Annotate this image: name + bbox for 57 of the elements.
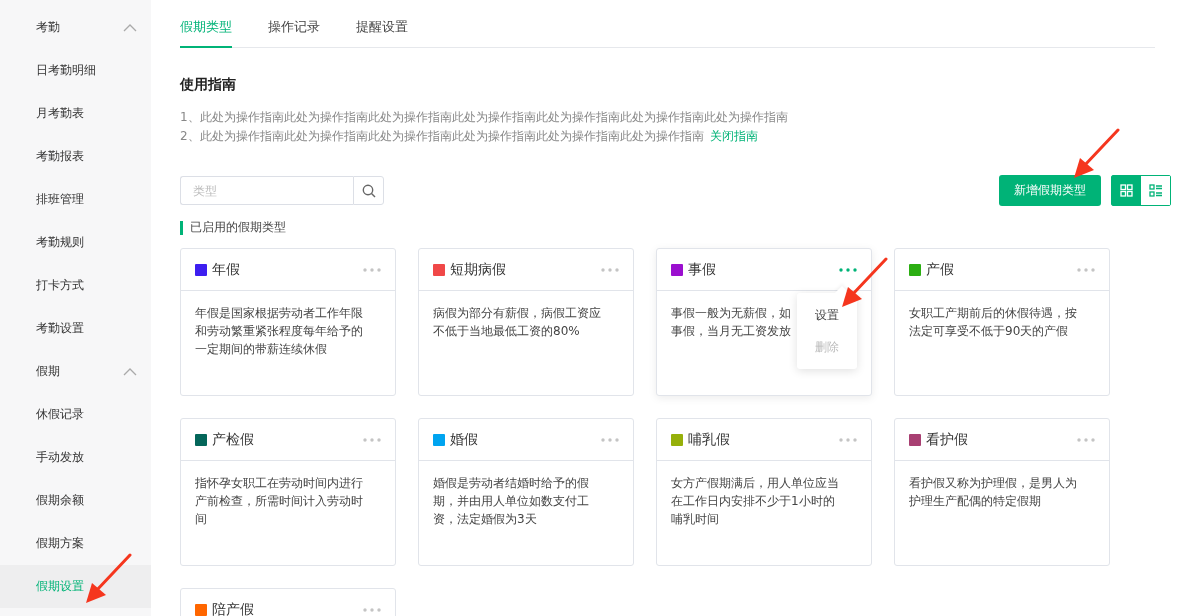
sidebar-item[interactable]: 考勤设置	[0, 307, 151, 350]
leave-type-name: 产检假	[212, 430, 255, 449]
more-icon[interactable]	[1077, 437, 1095, 442]
menu-item[interactable]: 设置	[797, 299, 857, 331]
leave-type-description: 婚假是劳动者结婚时给予的假期，并由用人单位如数支付工资，法定婚假为3天	[433, 476, 589, 526]
sidebar-item[interactable]: 考勤报表	[0, 135, 151, 178]
guide-title: 使用指南	[180, 76, 237, 94]
sidebar-item[interactable]: 假期方案	[0, 522, 151, 565]
guide-text: 1、此处为操作指南此处为操作指南此处为操作指南此处为操作指南此处为操作指南此处为操作指南此处为操作指南	[180, 110, 788, 124]
more-icon[interactable]	[839, 267, 857, 272]
more-icon[interactable]	[363, 607, 381, 612]
tab[interactable]: 提醒设置	[356, 0, 408, 48]
more-icon[interactable]	[363, 437, 381, 442]
more-icon[interactable]	[363, 267, 381, 272]
leave-type-name: 婚假	[450, 430, 479, 449]
leave-type-description: 女职工产期前后的休假待遇，按法定可享受不低于90天的产假	[909, 306, 1077, 338]
more-icon[interactable]	[601, 267, 619, 272]
leave-type-description: 女方产假期满后，用人单位应当在工作日内安排不少于1小时的哺乳时间	[671, 476, 839, 526]
leave-type-description: 指怀孕女职工在劳动时间内进行产前检查，所需时间计入劳动时间	[195, 476, 363, 526]
leave-type-name: 陪产假	[212, 600, 255, 616]
sidebar-item[interactable]: 手动发放	[0, 436, 151, 479]
sidebar-group-title: 考勤	[36, 19, 60, 36]
more-icon[interactable]	[601, 437, 619, 442]
sidebar-group-title: 假期	[36, 363, 60, 380]
sidebar-item[interactable]: 假期余额	[0, 479, 151, 522]
leave-type-description: 看护假又称为护理假，是男人为护理生产配偶的特定假期	[909, 476, 1077, 508]
more-icon[interactable]	[1077, 267, 1095, 272]
leave-type-description: 病假为部分有薪假，病假工资应不低于当地最低工资的80%	[433, 306, 601, 338]
list-view-icon	[1148, 184, 1163, 197]
sidebar-item[interactable]: 月考勤表	[0, 92, 151, 135]
sidebar-item[interactable]: 排班管理	[0, 178, 151, 221]
sidebar-item[interactable]: 打卡方式	[0, 264, 151, 307]
leave-type-description: 年假是国家根据劳动者工作年限和劳动繁重紧张程度每年给予的一定期间的带薪连续休假	[195, 306, 363, 356]
annotation-arrow	[84, 553, 132, 605]
grid-view-icon	[1120, 184, 1133, 197]
sidebar-item[interactable]: 日考勤明细	[0, 49, 151, 92]
search-icon	[361, 183, 376, 198]
leave-type-description: 事假一般为无薪假，如事假，当月无工资发放	[671, 306, 791, 338]
leave-type-name: 哺乳假	[688, 430, 731, 449]
section-title: 已启用的假期类型	[190, 219, 286, 236]
sidebar-item[interactable]: 考勤规则	[0, 221, 151, 264]
grid-view-button[interactable]	[1112, 176, 1141, 205]
guide-text: 2、此处为操作指南此处为操作指南此处为操作指南此处为操作指南此处为操作指南此处为操作指南	[180, 129, 704, 143]
search-button[interactable]	[353, 176, 384, 205]
annotation-arrow	[840, 257, 888, 309]
search-field[interactable]: 类型	[180, 176, 353, 205]
chevron-up-icon[interactable]	[123, 367, 137, 376]
leave-type-name: 产假	[926, 260, 955, 279]
more-icon[interactable]	[839, 437, 857, 442]
annotation-arrow	[1072, 128, 1120, 180]
leave-type-name: 事假	[688, 260, 717, 279]
tab[interactable]: 操作记录	[268, 0, 320, 48]
leave-type-name: 看护假	[926, 430, 969, 449]
leave-type-name: 短期病假	[450, 260, 507, 279]
chevron-up-icon[interactable]	[123, 23, 137, 32]
leave-type-name: 年假	[212, 260, 241, 279]
sidebar-item[interactable]: 休假记录	[0, 393, 151, 436]
